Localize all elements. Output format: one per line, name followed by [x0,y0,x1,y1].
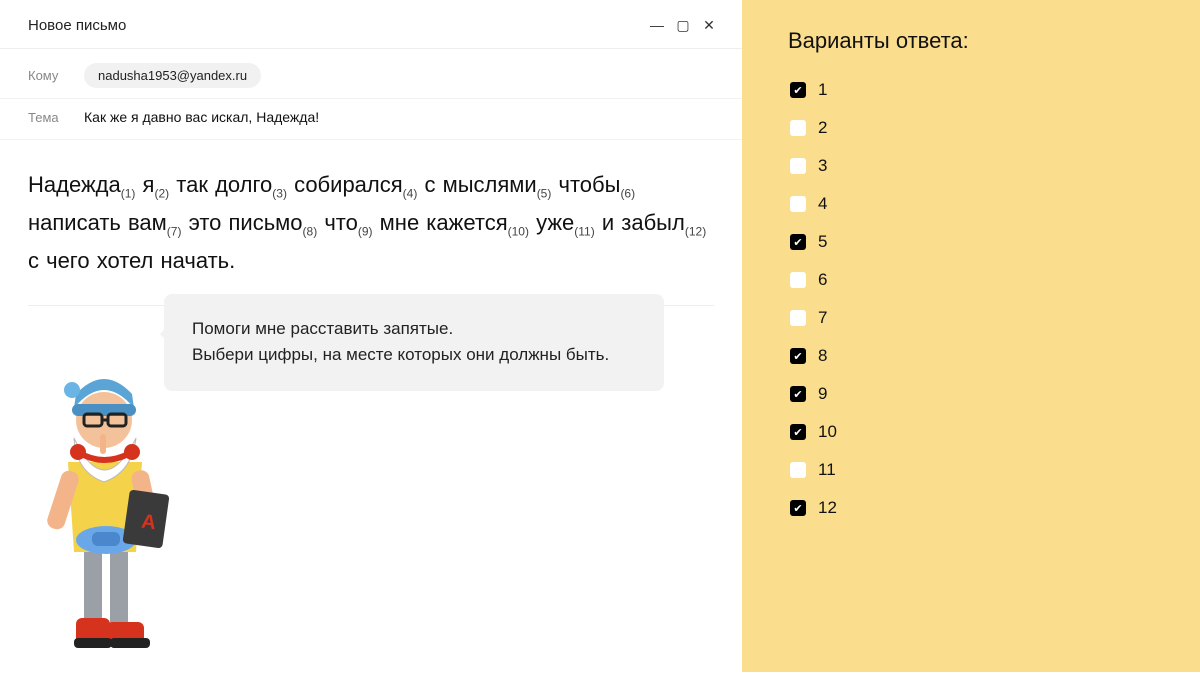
speech-line: Помоги мне расставить запятые. [192,316,636,342]
answer-option[interactable]: 10 [788,422,1200,442]
answer-option[interactable]: 6 [788,270,1200,290]
answer-option[interactable]: 1 [788,80,1200,100]
answer-option[interactable]: 4 [788,194,1200,214]
word: написать вам [28,210,167,235]
checkbox-icon[interactable] [790,462,806,478]
to-label: Кому [28,68,68,83]
marker: (1) [121,186,136,200]
checkbox-icon[interactable] [790,310,806,326]
subject-row: Тема Как же я давно вас искал, Надежда! [0,99,742,140]
word: с чего хотел начать. [28,248,235,273]
window-title: Новое письмо [28,17,126,34]
checkbox-icon[interactable] [790,348,806,364]
word: с мыслями [424,172,536,197]
answer-option[interactable]: 3 [788,156,1200,176]
answer-option[interactable]: 8 [788,346,1200,366]
checkbox-icon[interactable] [790,120,806,136]
word: я [143,172,155,197]
word: так долго [176,172,272,197]
marker: (7) [167,224,182,238]
option-label: 2 [818,118,827,138]
checkbox-icon[interactable] [790,424,806,440]
message-body[interactable]: Надежда(1) я(2) так долго(3) собирался(4… [0,140,742,306]
marker: (11) [574,224,594,238]
answers-panel: Варианты ответа: 123456789101112 [742,0,1200,672]
body-text: Надежда(1) я(2) так долго(3) собирался(4… [28,166,714,279]
speech-bubble: Помоги мне расставить запятые. Выбери ци… [164,294,664,391]
answer-option[interactable]: 12 [788,498,1200,518]
answer-option[interactable]: 7 [788,308,1200,328]
option-label: 9 [818,384,827,404]
marker: (2) [154,186,169,200]
close-icon[interactable]: ✕ [696,12,722,38]
titlebar: Новое письмо — ▢ ✕ [0,0,742,49]
recipient-chip[interactable]: nadusha1953@yandex.ru [84,63,261,88]
answer-option[interactable]: 9 [788,384,1200,404]
checkbox-icon[interactable] [790,386,806,402]
svg-text:А: А [140,511,157,535]
word: собирался [294,172,403,197]
checkbox-icon[interactable] [790,234,806,250]
word: это письмо [189,210,303,235]
minimize-icon[interactable]: — [644,12,670,38]
option-label: 6 [818,270,827,290]
checkbox-icon[interactable] [790,196,806,212]
marker: (12) [685,224,706,238]
option-label: 1 [818,80,827,100]
checkbox-icon[interactable] [790,158,806,174]
option-label: 4 [818,194,827,214]
answers-title: Варианты ответа: [788,28,1200,54]
word: Надежда [28,172,121,197]
marker: (3) [272,186,287,200]
answer-option[interactable]: 11 [788,460,1200,480]
word: что [324,210,358,235]
answer-option[interactable]: 5 [788,232,1200,252]
to-row: Кому nadusha1953@yandex.ru [0,49,742,99]
option-label: 7 [818,308,827,328]
character-illustration: А [14,342,194,672]
maximize-icon[interactable]: ▢ [670,12,696,38]
marker: (10) [508,224,529,238]
options-list: 123456789101112 [788,80,1200,518]
word: чтобы [558,172,620,197]
word: и забыл [602,210,685,235]
checkbox-icon[interactable] [790,272,806,288]
answer-option[interactable]: 2 [788,118,1200,138]
checkbox-icon[interactable] [790,500,806,516]
marker: (4) [403,186,418,200]
checkbox-icon[interactable] [790,82,806,98]
subject-label: Тема [28,110,68,125]
option-label: 3 [818,156,827,176]
option-label: 10 [818,422,837,442]
word: уже [536,210,574,235]
subject-value[interactable]: Как же я давно вас искал, Надежда! [84,109,319,125]
marker: (8) [303,224,318,238]
marker: (5) [537,186,552,200]
option-label: 11 [818,460,836,480]
marker: (6) [620,186,635,200]
option-label: 8 [818,346,827,366]
option-label: 12 [818,498,837,518]
word: мне кажется [380,210,508,235]
compose-window: Новое письмо — ▢ ✕ Кому nadusha1953@yand… [0,0,742,672]
speech-line: Выбери цифры, на месте которых они должн… [192,342,636,368]
marker: (9) [358,224,373,238]
option-label: 5 [818,232,827,252]
